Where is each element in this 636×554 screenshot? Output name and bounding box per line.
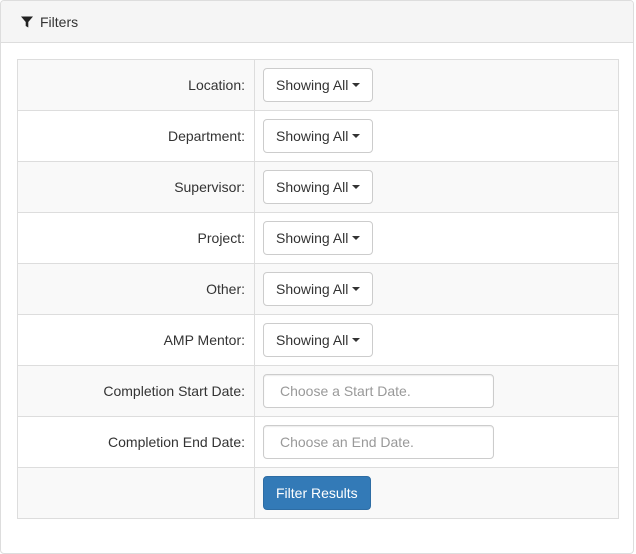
filter-row-amp-mentor: AMP Mentor: Showing All [17,314,619,366]
filters-panel: Filters Location: Showing All Department… [0,0,634,554]
filter-row-project: Project: Showing All [17,212,619,264]
filter-row-actions: Filter Results [17,467,619,519]
amp-mentor-dropdown-value: Showing All [276,332,349,348]
supervisor-dropdown-value: Showing All [276,179,349,195]
amp-mentor-label: AMP Mentor: [17,314,255,366]
filter-table: Location: Showing All Department: Showin… [17,59,619,519]
caret-down-icon [352,338,361,342]
panel-title: Filters [40,13,79,30]
completion-start-date-label: Completion Start Date: [17,365,255,417]
filter-row-supervisor: Supervisor: Showing All [17,161,619,213]
filter-row-location: Location: Showing All [17,59,619,111]
filter-row-completion-start-date: Completion Start Date: [17,365,619,417]
caret-down-icon [352,236,361,240]
completion-end-date-input[interactable] [263,425,494,459]
supervisor-dropdown[interactable]: Showing All [263,170,374,204]
department-label: Department: [17,110,255,162]
filter-icon [20,15,34,29]
supervisor-label: Supervisor: [17,161,255,213]
actions-label-cell [17,467,255,519]
caret-down-icon [352,185,361,189]
location-dropdown-value: Showing All [276,77,349,93]
completion-end-date-label: Completion End Date: [17,416,255,468]
project-dropdown[interactable]: Showing All [263,221,374,255]
department-dropdown[interactable]: Showing All [263,119,374,153]
filter-row-completion-end-date: Completion End Date: [17,416,619,468]
completion-start-date-input[interactable] [263,374,494,408]
caret-down-icon [352,287,361,291]
other-dropdown-value: Showing All [276,281,349,297]
project-dropdown-value: Showing All [276,230,349,246]
project-label: Project: [17,212,255,264]
filter-row-other: Other: Showing All [17,263,619,315]
location-dropdown[interactable]: Showing All [263,68,374,102]
location-label: Location: [17,59,255,111]
filter-row-department: Department: Showing All [17,110,619,162]
other-dropdown[interactable]: Showing All [263,272,374,306]
filter-results-button[interactable]: Filter Results [263,476,371,510]
caret-down-icon [352,83,361,87]
panel-heading: Filters [1,1,633,43]
department-dropdown-value: Showing All [276,128,349,144]
caret-down-icon [352,134,361,138]
other-label: Other: [17,263,255,315]
amp-mentor-dropdown[interactable]: Showing All [263,323,374,357]
